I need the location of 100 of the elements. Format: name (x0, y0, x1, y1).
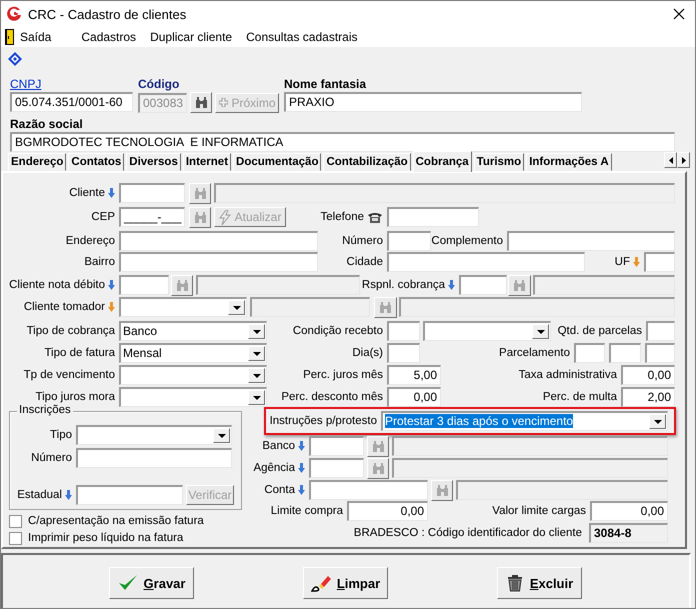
field-label: Código (138, 77, 180, 91)
group-title: Inscrições (17, 404, 73, 416)
input-field[interactable]: 5,00 (387, 365, 441, 385)
input-field[interactable] (609, 343, 641, 363)
input-field[interactable] (387, 343, 420, 363)
delete-button[interactable]: Excluir (497, 567, 582, 599)
input-field[interactable] (644, 252, 675, 272)
field-label: Cidade (346, 256, 383, 268)
input-field[interactable]: PRAXIO (284, 92, 582, 112)
tab[interactable]: Internet (182, 153, 232, 171)
tab[interactable]: Diversos (126, 153, 181, 171)
binoculars-icon (513, 280, 526, 290)
display-field: 3084-8 (589, 523, 668, 543)
field-label: Tipo de fatura (44, 347, 115, 359)
input-field[interactable] (645, 343, 675, 363)
input-field[interactable] (119, 275, 169, 295)
input-field[interactable]: 0,00 (387, 387, 441, 407)
field-label: Rspnl. cobrança (362, 279, 445, 291)
door-icon (5, 29, 14, 45)
menu-item[interactable]: Cadastros (59, 30, 144, 44)
input-field[interactable] (574, 343, 605, 363)
input-field[interactable] (459, 275, 507, 295)
dropdown-field[interactable]: Protestar 3 dias após o vencimento (381, 411, 668, 431)
tab-scroll-left-button[interactable] (664, 152, 677, 168)
field-label: Tipo juros mora (36, 391, 115, 403)
tab-scroll-right-button[interactable] (677, 152, 690, 168)
app-logo-icon (6, 6, 22, 22)
tab[interactable]: Endereço (8, 153, 66, 171)
search-button[interactable] (190, 92, 212, 113)
input-field[interactable] (387, 252, 585, 272)
menu-item[interactable]: Duplicar cliente (144, 30, 240, 44)
save-button[interactable]: Gravar (109, 567, 194, 599)
checkbox[interactable] (9, 514, 22, 528)
dropdown-field[interactable] (76, 425, 232, 445)
tab[interactable]: Contatos (68, 153, 124, 171)
dropdown-field[interactable] (119, 297, 247, 317)
field-label: Perc. juros mês (303, 369, 383, 381)
trash-icon (506, 574, 524, 592)
dropdown-field[interactable]: Banco (119, 321, 267, 341)
menu-item[interactable]: Consultas cadastrais (240, 30, 366, 44)
caret-icon (252, 330, 260, 334)
checkbox-label: C/apresentação na emissão fatura (28, 515, 204, 527)
checkmark-icon (118, 574, 138, 592)
field-label: Tipo de cobrança (26, 325, 115, 337)
field-label: CEP (91, 211, 115, 223)
dropdown-field[interactable] (119, 365, 267, 385)
field-label: Número (342, 235, 383, 247)
binoculars-icon (372, 440, 384, 452)
tab[interactable]: Turismo (474, 153, 524, 171)
clear-button[interactable]: Limpar (303, 567, 388, 599)
input-field[interactable] (646, 321, 675, 341)
input-field[interactable]: 05.074.351/0001-60 (10, 92, 133, 112)
field-label: Tipo (50, 429, 72, 441)
input-field[interactable]: BGMRODOTEC TECNOLOGIA E INFORMATICA (10, 132, 675, 152)
binoculars-icon (194, 97, 208, 108)
diamond-icon (7, 52, 23, 66)
input-field[interactable] (387, 321, 420, 341)
tab[interactable]: Contabilização (323, 153, 411, 171)
field-label: Tp de vencimento (24, 369, 115, 381)
field-label: Perc. de multa (542, 391, 617, 403)
tab[interactable]: Cobrança (412, 151, 472, 172)
input-field[interactable]: 0,00 (347, 501, 428, 521)
input-field[interactable] (309, 436, 364, 456)
dropdown-field[interactable]: Mensal (119, 343, 267, 363)
input-field[interactable] (387, 207, 479, 227)
menu-item[interactable]: Saída (14, 30, 60, 44)
input-field[interactable] (119, 231, 318, 251)
input-field[interactable] (309, 480, 428, 500)
input-field[interactable]: 0,00 (590, 501, 668, 521)
input-field[interactable] (76, 485, 183, 505)
input-field[interactable]: 2,00 (621, 387, 675, 407)
tab[interactable]: Documentação (233, 153, 322, 171)
window-title: CRC - Cadastro de clientes (28, 6, 188, 22)
input-field[interactable] (119, 183, 185, 203)
field-label: Limite compra (270, 505, 343, 517)
field-label: Taxa administrativa (518, 369, 617, 381)
input-field[interactable]: 0,00 (621, 365, 675, 385)
caret-icon (232, 306, 240, 310)
caret-icon (252, 374, 260, 378)
close-icon[interactable] (673, 8, 685, 20)
field-label: Nome fantasia (284, 77, 368, 91)
input-field[interactable] (76, 448, 232, 468)
tab[interactable]: Informações A (526, 153, 612, 171)
input-field[interactable] (387, 231, 431, 251)
caret-icon (218, 434, 226, 438)
field-label: Telefone (320, 211, 364, 223)
field-label: Perc. desconto mês (281, 391, 383, 403)
field-label: Instruções p/protesto (270, 415, 377, 427)
checkbox[interactable] (9, 532, 22, 544)
cnpj-link[interactable]: CNPJ (10, 77, 133, 91)
field-label: Cliente (69, 187, 105, 199)
input-field[interactable] (309, 458, 364, 478)
input-field[interactable] (507, 231, 675, 251)
dropdown-field[interactable] (423, 321, 551, 341)
input-field[interactable]: _____-___ (119, 207, 185, 227)
dropdown-field[interactable] (119, 387, 267, 407)
input-field[interactable] (119, 252, 318, 272)
field-label: Banco (262, 440, 295, 452)
binoculars-icon (176, 280, 188, 290)
field-label: Qtd. de parcelas (558, 325, 642, 337)
